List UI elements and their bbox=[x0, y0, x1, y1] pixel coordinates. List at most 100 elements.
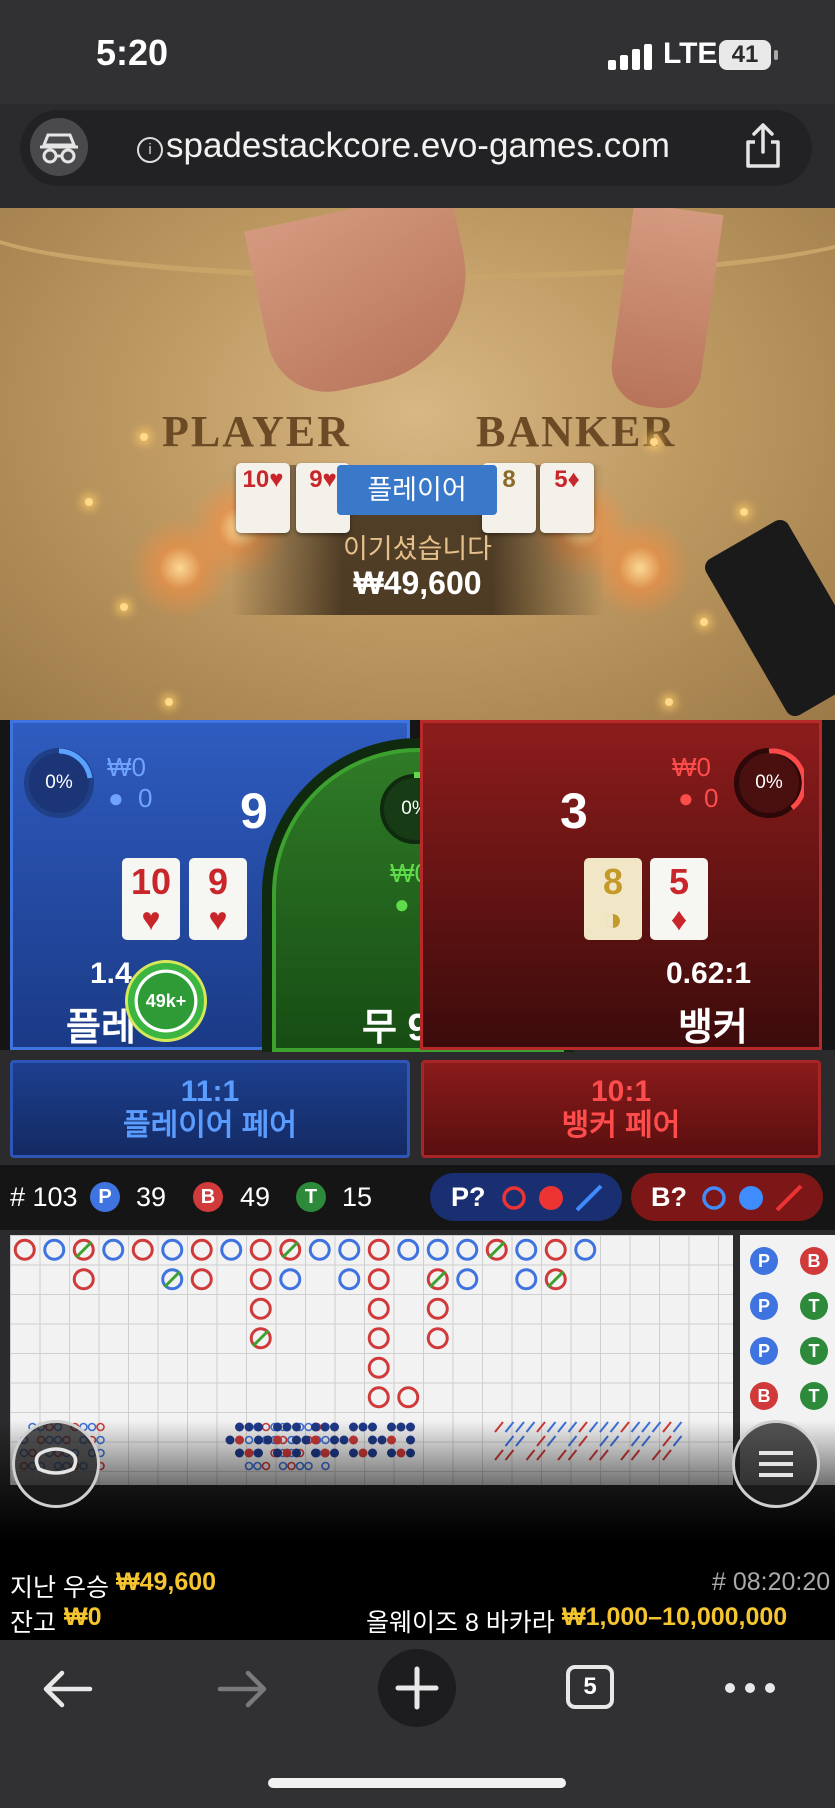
chat-icon[interactable] bbox=[12, 1420, 100, 1508]
tie-count: 15 bbox=[342, 1182, 373, 1212]
card-shoe bbox=[701, 516, 835, 720]
overlay-banker-card-2: 5♦ bbox=[540, 463, 594, 533]
player-predict-label: P? bbox=[451, 1182, 486, 1212]
player-card-1: 10 ♥ bbox=[122, 858, 180, 940]
road-mark bbox=[338, 1268, 361, 1291]
player-ring-arc bbox=[58, 748, 93, 779]
tie-slash bbox=[163, 1270, 182, 1289]
player-bettors-icon: ● bbox=[108, 783, 124, 813]
dealer-arm-left bbox=[244, 208, 486, 403]
back-arrow-icon[interactable] bbox=[40, 1667, 96, 1711]
road-mark bbox=[397, 1238, 420, 1261]
banker-count: 49 bbox=[240, 1182, 271, 1212]
winner-badge: 플레이어 bbox=[337, 465, 497, 515]
bead-p: P bbox=[750, 1337, 778, 1365]
player-odds: 1.4 bbox=[90, 957, 132, 990]
road-mark bbox=[13, 1238, 36, 1261]
won-message: 이기셨습니다 bbox=[342, 534, 493, 564]
tie-slash bbox=[546, 1270, 565, 1289]
road-mark bbox=[367, 1356, 390, 1379]
banker-predict-label: B? bbox=[651, 1182, 687, 1212]
road-mark bbox=[367, 1268, 390, 1291]
road-mark bbox=[515, 1268, 538, 1291]
banker-card-2: 5 ♦ bbox=[650, 858, 708, 940]
banker-bet-amount: ₩0 bbox=[672, 752, 711, 782]
balance-label: 잔고 bbox=[10, 1609, 57, 1637]
road-mark bbox=[426, 1327, 449, 1350]
balance-value: ₩0 bbox=[64, 1603, 102, 1631]
share-icon[interactable] bbox=[740, 122, 786, 170]
banker-pair-bet[interactable]: 10:1 뱅커 페어 bbox=[421, 1060, 821, 1158]
road-mark bbox=[367, 1297, 390, 1320]
road-mark bbox=[456, 1238, 479, 1261]
road-mark bbox=[308, 1238, 331, 1261]
spark bbox=[165, 698, 173, 706]
overlay-player-card-1: 10♥ bbox=[236, 463, 290, 533]
incognito-icon[interactable] bbox=[30, 118, 88, 176]
won-amount: ₩49,600 bbox=[353, 565, 482, 601]
round-number: # 103 bbox=[10, 1182, 78, 1212]
site-info-icon[interactable]: i bbox=[137, 137, 163, 163]
road-mark bbox=[367, 1327, 390, 1350]
road-mark bbox=[456, 1268, 479, 1291]
road-mark bbox=[426, 1297, 449, 1320]
road-mark bbox=[367, 1238, 390, 1261]
bead-b: B bbox=[800, 1247, 828, 1275]
tie-bettors-icon: ● bbox=[394, 889, 410, 919]
road-mark bbox=[367, 1386, 390, 1409]
player-pair-odds: 11:1 bbox=[180, 1075, 240, 1108]
tabs-button[interactable]: 5 bbox=[566, 1665, 614, 1709]
bead-b: B bbox=[750, 1382, 778, 1410]
tie-slash bbox=[428, 1270, 447, 1289]
bead-t: T bbox=[800, 1382, 828, 1410]
banker-ring-arc bbox=[768, 748, 804, 810]
player-pair-bet[interactable]: 11:1 플레이어 페어 bbox=[10, 1060, 410, 1158]
road-mark bbox=[43, 1238, 66, 1261]
bet-chip[interactable]: 49k+ bbox=[125, 960, 207, 1042]
tie-slash bbox=[281, 1240, 300, 1259]
tie-slash bbox=[251, 1329, 270, 1348]
player-predict-icons bbox=[502, 1184, 603, 1212]
road-mark bbox=[131, 1238, 154, 1261]
more-icon[interactable] bbox=[722, 1678, 778, 1698]
player-count-badge: P bbox=[90, 1182, 120, 1212]
player-bet-amount: ₩0 bbox=[107, 752, 146, 782]
road-mark bbox=[249, 1297, 272, 1320]
signal-icon bbox=[608, 44, 652, 70]
battery-tip bbox=[774, 50, 778, 60]
table-label-player: PLAYER bbox=[162, 407, 351, 456]
player-score: 9 bbox=[240, 783, 268, 839]
banker-odds: 0.62:1 bbox=[666, 957, 752, 990]
road-mark bbox=[515, 1238, 538, 1261]
spark bbox=[85, 498, 93, 506]
bead-p: P bbox=[750, 1247, 778, 1275]
status-time: 5:20 bbox=[96, 32, 169, 73]
road-mark bbox=[220, 1238, 243, 1261]
player-pair-label: 플레이어 페어 bbox=[123, 1109, 297, 1142]
player-card-2: 9 ♥ bbox=[189, 858, 247, 940]
road-mark bbox=[544, 1238, 567, 1261]
battery-level: 41 bbox=[719, 40, 771, 70]
forward-arrow-icon[interactable] bbox=[214, 1667, 270, 1711]
road-mark bbox=[161, 1238, 184, 1261]
banker-count-badge: B bbox=[193, 1182, 223, 1212]
road-mark bbox=[190, 1268, 213, 1291]
table-limits: ₩1,000–10,000,000 bbox=[562, 1603, 788, 1631]
table-label-banker: BANKER bbox=[476, 407, 677, 456]
tie-count-badge: T bbox=[296, 1182, 326, 1212]
player-count: 39 bbox=[136, 1182, 167, 1212]
game-id: # 08:20:20 bbox=[712, 1568, 831, 1596]
tie-slash bbox=[74, 1240, 93, 1259]
menu-icon[interactable] bbox=[732, 1420, 820, 1508]
banker-bettors: 0 bbox=[704, 783, 719, 813]
road-mark bbox=[72, 1268, 95, 1291]
spark bbox=[140, 433, 148, 441]
tie-slash bbox=[487, 1240, 506, 1259]
road-mark bbox=[574, 1238, 597, 1261]
spark bbox=[740, 508, 748, 516]
banker-pair-label: 뱅커 페어 bbox=[561, 1109, 681, 1142]
spark bbox=[120, 603, 128, 611]
spark bbox=[665, 698, 673, 706]
plus-icon[interactable] bbox=[378, 1649, 456, 1727]
url-text[interactable]: spadestackcore.evo-games.com bbox=[166, 126, 670, 166]
